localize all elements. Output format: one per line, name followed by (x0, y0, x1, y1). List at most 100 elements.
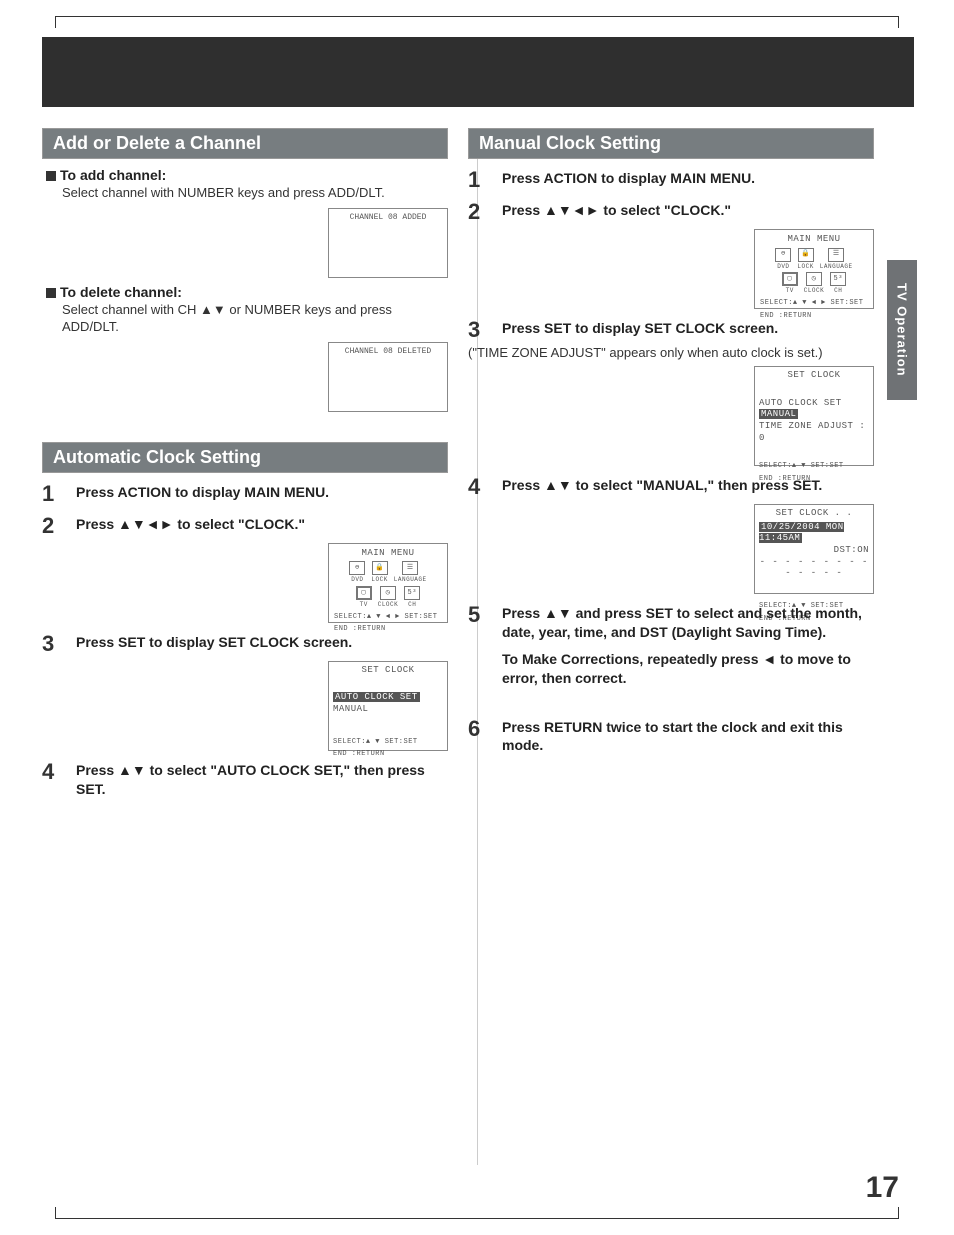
ch-icon: 5³ (830, 272, 846, 286)
osd-footer: SELECT:▲ ▼ ◄ ► SET:SET (334, 613, 442, 621)
ch-icon: 5³ (404, 586, 420, 600)
icon-label: TV (360, 601, 368, 609)
step-number: 5 (468, 604, 492, 626)
step-text: Press SET to display SET CLOCK screen. (76, 633, 352, 652)
step-text: Press ▲▼ to select "MANUAL," then press … (502, 476, 822, 495)
icon-label: LOCK (797, 263, 813, 271)
osd-main-menu: MAIN MENU ⊖DVD 🔒LOCK ☰LANGUAGE ▢TV ◷CLOC… (328, 543, 448, 623)
step: 1 Press ACTION to display MAIN MENU. (42, 483, 448, 505)
step: 4 Press ▲▼ to select "AUTO CLOCK SET," t… (42, 761, 448, 799)
osd-line: AUTO CLOCK SET (759, 398, 869, 410)
section-title: Add or Delete a Channel (42, 128, 448, 159)
osd-highlight: MANUAL (759, 409, 798, 419)
subheading: To add channel: (46, 167, 448, 183)
step-text: Press ACTION to display MAIN MENU. (76, 483, 329, 502)
step-text: Press RETURN twice to start the clock an… (502, 718, 874, 756)
step: 5 Press ▲▼ and press SET to select and s… (468, 604, 874, 688)
lock-icon: 🔒 (798, 248, 814, 262)
language-icon: ☰ (828, 248, 844, 262)
icon-label: LANGUAGE (394, 576, 427, 584)
osd-title: SET CLOCK . . (759, 508, 869, 520)
right-column: Manual Clock Setting 1 Press ACTION to d… (468, 120, 874, 798)
step-text: Press ACTION to display MAIN MENU. (502, 169, 755, 188)
osd-footer: SELECT:▲ ▼ SET:SET (333, 738, 443, 746)
step: 1 Press ACTION to display MAIN MENU. (468, 169, 874, 191)
icon-label: DVD (777, 263, 789, 271)
step-number: 2 (468, 201, 492, 223)
step-number: 6 (468, 718, 492, 740)
clock-icon: ◷ (806, 272, 822, 286)
osd-set-clock: SET CLOCK AUTO CLOCK SET MANUAL SELECT:▲… (328, 661, 448, 751)
section-title: Manual Clock Setting (468, 128, 874, 159)
osd-line: - - - - - - - - - - - - - - (759, 557, 869, 580)
osd-line: MANUAL (333, 704, 443, 716)
step: 6 Press RETURN twice to start the clock … (468, 718, 874, 756)
step-main: Press ▲▼ and press SET to select and set… (502, 605, 862, 640)
body-text: Select channel with NUMBER keys and pres… (62, 185, 448, 202)
step: 2 Press ▲▼◄► to select "CLOCK." (42, 515, 448, 537)
bullet-icon (46, 288, 56, 298)
section-title: Automatic Clock Setting (42, 442, 448, 473)
left-column: Add or Delete a Channel To add channel: … (42, 120, 448, 798)
subheading: To delete channel: (46, 284, 448, 300)
icon-label: CH (834, 287, 842, 295)
step-main: Press SET to display SET CLOCK screen. (502, 320, 778, 336)
step-text: Press ▲▼◄► to select "CLOCK." (76, 515, 305, 534)
osd-text: CHANNEL 08 DELETED (345, 347, 431, 356)
step-number: 3 (468, 319, 492, 341)
step: 3 Press SET to display SET CLOCK screen. (468, 319, 874, 341)
side-tab: TV Operation (887, 260, 917, 400)
osd-text: CHANNEL 08 ADDED (350, 213, 427, 222)
del-heading: To delete channel: (60, 284, 182, 300)
osd-line: DST:ON (759, 545, 869, 557)
icon-label: LANGUAGE (820, 263, 853, 271)
osd-title: MAIN MENU (760, 234, 868, 246)
step: 3 Press SET to display SET CLOCK screen. (42, 633, 448, 655)
step-text: Press SET to display SET CLOCK screen. (502, 319, 778, 338)
step-number: 2 (42, 515, 66, 537)
osd-set-clock: SET CLOCK . . 10/25/2004 MON 11:45AM DST… (754, 504, 874, 594)
osd-main-menu: MAIN MENU ⊖DVD 🔒LOCK ☰LANGUAGE ▢TV ◷CLOC… (754, 229, 874, 309)
step-note: ("TIME ZONE ADJUST" appears only when au… (468, 345, 874, 360)
dvd-icon: ⊖ (775, 248, 791, 262)
osd-footer: END :RETURN (333, 750, 443, 758)
crop-mark-top (55, 16, 899, 17)
step-text: Press ▲▼ to select "AUTO CLOCK SET," the… (76, 761, 448, 799)
step: 2 Press ▲▼◄► to select "CLOCK." (468, 201, 874, 223)
tv-icon: ▢ (782, 272, 798, 286)
step-text: Press ▲▼◄► to select "CLOCK." (502, 201, 731, 220)
osd-box: CHANNEL 08 ADDED (328, 208, 448, 278)
step-number: 4 (468, 476, 492, 498)
crop-mark-bottom (55, 1218, 899, 1219)
osd-highlight: AUTO CLOCK SET (333, 692, 420, 702)
step-extra: To Make Corrections, repeatedly press ◄ … (502, 651, 851, 686)
osd-title: SET CLOCK (759, 370, 869, 382)
clock-icon: ◷ (380, 586, 396, 600)
tv-icon: ▢ (356, 586, 372, 600)
step-text: Press ▲▼ and press SET to select and set… (502, 604, 874, 688)
page-number: 17 (866, 1171, 899, 1205)
step-number: 4 (42, 761, 66, 783)
icon-label: DVD (351, 576, 363, 584)
body-text: Select channel with CH ▲▼ or NUMBER keys… (62, 302, 448, 336)
header-bar (42, 37, 914, 107)
osd-title: MAIN MENU (334, 548, 442, 560)
lock-icon: 🔒 (372, 561, 388, 575)
osd-box: CHANNEL 08 DELETED (328, 342, 448, 412)
step-number: 1 (468, 169, 492, 191)
dvd-icon: ⊖ (349, 561, 365, 575)
icon-label: TV (786, 287, 794, 295)
add-heading: To add channel: (60, 167, 166, 183)
step-number: 3 (42, 633, 66, 655)
osd-title: SET CLOCK (333, 665, 443, 677)
osd-footer: SELECT:▲ ▼ ◄ ► SET:SET (760, 299, 868, 307)
icon-label: CLOCK (378, 601, 399, 609)
step: 4 Press ▲▼ to select "MANUAL," then pres… (468, 476, 874, 498)
osd-set-clock: SET CLOCK AUTO CLOCK SET MANUAL TIME ZON… (754, 366, 874, 466)
icon-label: CLOCK (804, 287, 825, 295)
step-number: 1 (42, 483, 66, 505)
osd-footer: SELECT:▲ ▼ SET:SET (759, 462, 869, 470)
icon-label: LOCK (371, 576, 387, 584)
bullet-icon (46, 171, 56, 181)
icon-label: CH (408, 601, 416, 609)
